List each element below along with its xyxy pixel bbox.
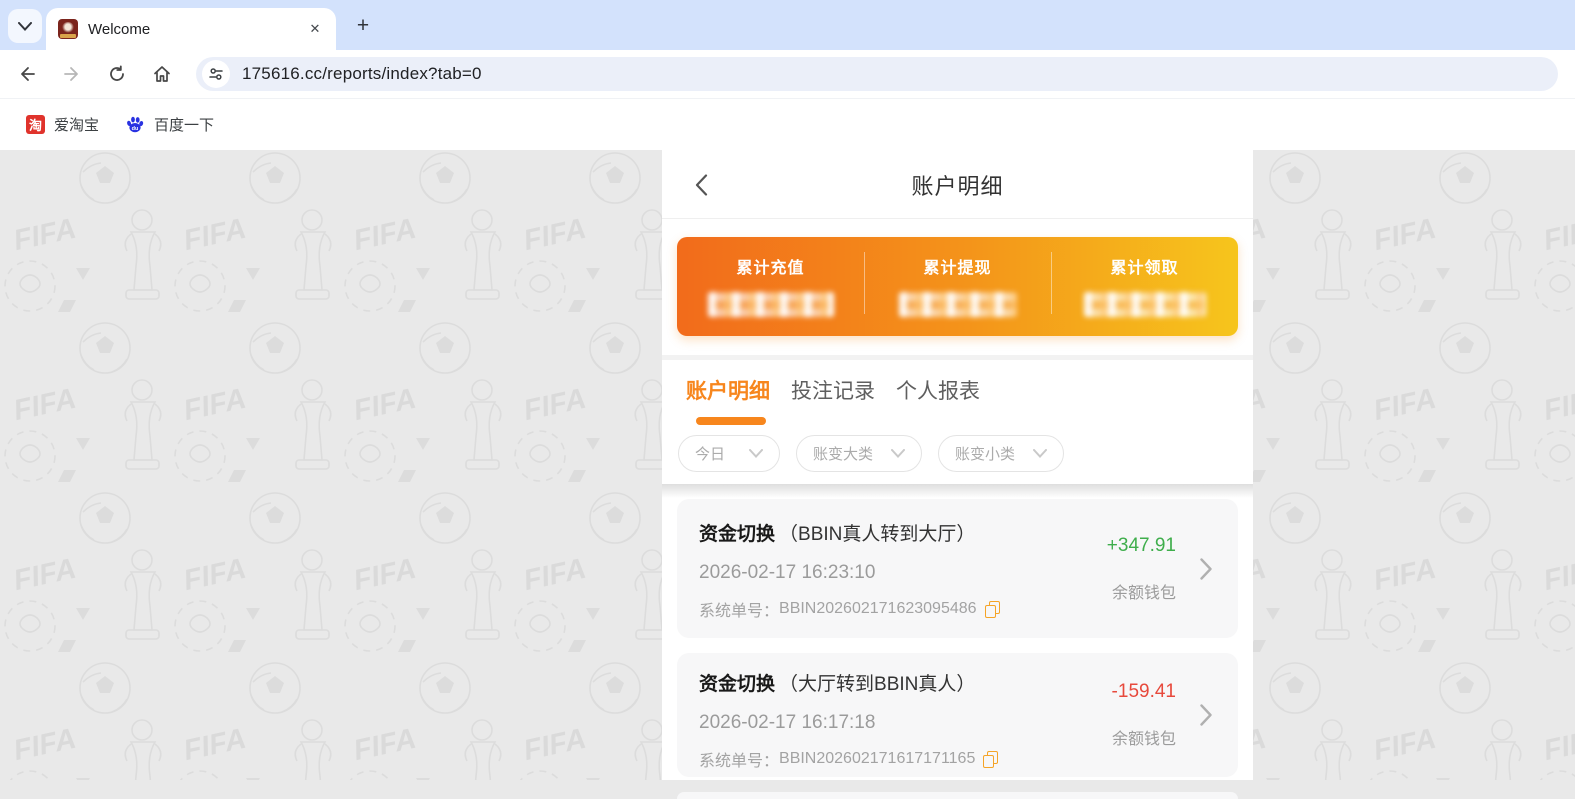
site-settings-button[interactable] xyxy=(202,60,230,88)
browser-toolbar: 175616.cc/reports/index?tab=0 xyxy=(0,50,1575,98)
divider xyxy=(864,252,865,314)
home-button[interactable] xyxy=(143,55,181,93)
url-text[interactable]: 175616.cc/reports/index?tab=0 xyxy=(242,64,482,84)
filter-label: 账变小类 xyxy=(955,443,1015,464)
masked-value xyxy=(1084,292,1206,317)
copy-icon[interactable] xyxy=(983,751,998,768)
chevron-down-icon xyxy=(891,449,905,458)
report-tabs: 账户明细 投注记录 个人报表 xyxy=(662,360,1253,425)
filter-minor-category-select[interactable]: 账变小类 xyxy=(938,435,1064,472)
chevron-right-icon xyxy=(1200,704,1212,726)
baidu-paw-icon: du xyxy=(125,115,145,135)
txn-wallet: 余额钱包 xyxy=(1112,579,1176,603)
chevron-down-icon xyxy=(1033,449,1047,458)
tab-account-detail[interactable]: 账户明细 xyxy=(686,375,770,405)
tab-title: Welcome xyxy=(88,21,306,38)
txn-type: 资金切换 xyxy=(699,519,775,546)
txn-subtype: （BBIN真人转到大厅） xyxy=(779,519,975,546)
transaction-item-partial[interactable] xyxy=(677,792,1238,799)
new-tab-button[interactable]: + xyxy=(348,11,378,41)
chevron-right-icon xyxy=(1200,558,1212,580)
reload-icon xyxy=(107,64,127,84)
txn-order-number: BBIN202602171617171165 xyxy=(779,750,975,768)
summary-card: 累计充值 累计提现 累计领取 xyxy=(677,237,1238,336)
tab-close-icon[interactable]: ✕ xyxy=(306,20,324,38)
account-detail-panel: 账户明细 累计充值 累计提现 累计领取 xyxy=(662,150,1253,780)
filter-label: 账变大类 xyxy=(813,443,873,464)
filter-date-select[interactable]: 今日 xyxy=(678,435,780,472)
summary-label: 累计领取 xyxy=(1110,254,1178,278)
txn-amount: +347.91 xyxy=(1107,535,1176,557)
reload-button[interactable] xyxy=(98,55,136,93)
transaction-list: 资金切换 （BBIN真人转到大厅） 2026-02-17 16:23:10 系统… xyxy=(662,498,1253,799)
summary-withdraw: 累计提现 xyxy=(864,237,1051,336)
active-tab-underline xyxy=(696,417,766,425)
copy-icon[interactable] xyxy=(985,601,1000,618)
arrow-back-icon xyxy=(17,64,37,84)
back-button[interactable] xyxy=(8,55,46,93)
bookmarks-bar: 淘 爱淘宝 du 百度一下 xyxy=(0,98,1575,150)
bookmark-taobao[interactable]: 淘 爱淘宝 xyxy=(26,114,99,135)
txn-type: 资金切换 xyxy=(699,669,775,696)
svg-text:du: du xyxy=(132,126,139,132)
filters-row: 今日 账变大类 账变小类 xyxy=(662,425,1253,484)
chevron-down-icon xyxy=(749,449,763,458)
summary-claim: 累计领取 xyxy=(1051,237,1238,336)
page-header: 账户明细 xyxy=(662,150,1253,219)
masked-value xyxy=(899,292,1017,317)
bookmark-baidu[interactable]: du 百度一下 xyxy=(125,114,214,135)
bookmark-label: 百度一下 xyxy=(154,114,214,135)
sticky-shadow xyxy=(662,484,1253,498)
browser-tab-welcome[interactable]: Welcome ✕ xyxy=(46,8,336,50)
tune-icon xyxy=(209,67,223,81)
masked-value xyxy=(708,292,834,317)
summary-recharge: 累计充值 xyxy=(677,237,864,336)
tab-personal-report[interactable]: 个人报表 xyxy=(896,375,980,405)
tab-search-button[interactable] xyxy=(8,9,42,43)
arrow-forward-icon xyxy=(62,64,82,84)
bookmark-label: 爱淘宝 xyxy=(54,114,99,135)
txn-amount: -159.41 xyxy=(1112,681,1176,703)
txn-subtype: （大厅转到BBIN真人） xyxy=(779,669,975,696)
chevron-down-icon xyxy=(18,22,32,31)
page-content: FIFA 账户明细 累计充值 累计提现 累计领取 xyxy=(0,150,1575,780)
tab-bet-records[interactable]: 投注记录 xyxy=(791,375,875,405)
browser-tabstrip: Welcome ✕ + xyxy=(0,0,1575,50)
summary-label: 累计提现 xyxy=(923,254,991,278)
txn-order-number: BBIN202602171623095486 xyxy=(779,600,977,618)
filter-label: 今日 xyxy=(695,443,725,464)
divider xyxy=(1051,252,1052,314)
txn-order-label: 系统单号： xyxy=(699,747,779,771)
summary-label: 累计充值 xyxy=(736,254,804,278)
transaction-item[interactable]: 资金切换 （BBIN真人转到大厅） 2026-02-17 16:23:10 系统… xyxy=(677,499,1238,638)
forward-button[interactable] xyxy=(53,55,91,93)
page-title: 账户明细 xyxy=(662,150,1253,219)
site-favicon xyxy=(58,19,78,39)
txn-wallet: 余额钱包 xyxy=(1112,725,1176,749)
taobao-icon: 淘 xyxy=(26,115,45,134)
summary-section: 累计充值 累计提现 累计领取 xyxy=(662,219,1253,355)
transaction-item[interactable]: 资金切换 （大厅转到BBIN真人） 2026-02-17 16:17:18 系统… xyxy=(677,653,1238,777)
txn-order-label: 系统单号： xyxy=(699,597,779,621)
home-icon xyxy=(152,64,172,84)
address-bar[interactable]: 175616.cc/reports/index?tab=0 xyxy=(196,57,1558,91)
filter-major-category-select[interactable]: 账变大类 xyxy=(796,435,922,472)
